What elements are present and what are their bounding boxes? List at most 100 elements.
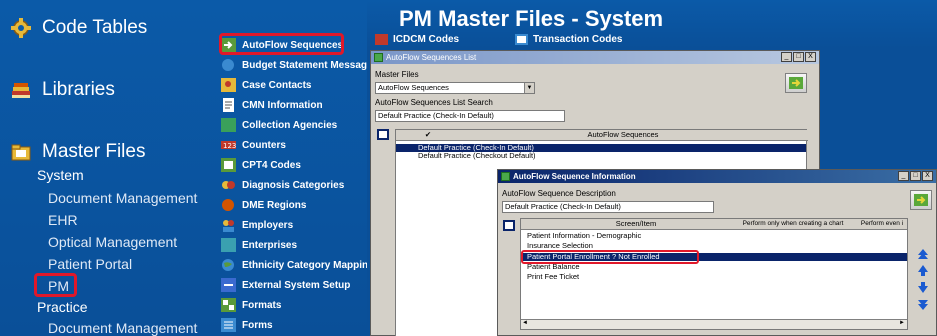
- nav-sub-practice[interactable]: Practice: [37, 299, 88, 315]
- nav-sub-ehr[interactable]: EHR: [48, 212, 78, 228]
- menu-item-dme-regions[interactable]: DME Regions: [221, 196, 306, 214]
- table-row[interactable]: Patient Information - Demographic: [521, 232, 907, 240]
- table-row[interactable]: Default Practice (Checkout Default): [396, 152, 806, 160]
- menu-item-collection-agencies[interactable]: Collection Agencies: [221, 116, 337, 134]
- minimize-button[interactable]: _: [781, 52, 792, 62]
- tab-transaction-codes[interactable]: Transaction Codes: [515, 34, 622, 45]
- nav-item-code-tables[interactable]: Code Tables: [0, 17, 147, 39]
- document-icon: [223, 98, 234, 112]
- go-button[interactable]: [785, 73, 807, 93]
- search-label: AutoFlow Sequences List Search: [375, 98, 493, 107]
- move-down-icon[interactable]: [916, 281, 930, 295]
- row-highlight-box: [521, 250, 699, 264]
- menu-item-ethnicity-category-mapping[interactable]: Ethnicity Category Mapping: [221, 256, 374, 274]
- nav-label: Code Tables: [42, 17, 148, 38]
- table-row[interactable]: Print Fee Ticket: [521, 273, 907, 281]
- grid-col-screen-item: Screen/Item: [543, 219, 729, 230]
- nav-item-master-files[interactable]: Master Files: [0, 141, 145, 163]
- left-nav: Code Tables Libraries Master Files Syste…: [0, 0, 215, 336]
- icdcm-icon: [375, 34, 388, 45]
- formats-icon: [221, 298, 236, 312]
- menu-item-employers[interactable]: Employers: [221, 216, 293, 234]
- menu-item-counters[interactable]: 123 Counters: [221, 136, 286, 154]
- menu-item-budget-statement-messages[interactable]: Budget Statement Messages: [221, 56, 378, 74]
- page-header: PM Master Files - System ICDCM Codes Tra…: [367, 0, 937, 48]
- books-icon: [12, 83, 30, 98]
- notes-icon[interactable]: [503, 220, 515, 231]
- go-arrow-icon: [789, 77, 803, 89]
- forms-icon: [221, 318, 236, 332]
- info-window-controls: _ □ X: [898, 171, 933, 181]
- menu-item-case-contacts[interactable]: Case Contacts: [221, 76, 311, 94]
- move-top-icon[interactable]: [916, 247, 930, 261]
- employers-icon: [223, 220, 234, 232]
- close-button[interactable]: X: [922, 171, 933, 181]
- svg-text:123: 123: [223, 142, 236, 150]
- gear-icon: [11, 18, 31, 38]
- table-row[interactable]: Insurance Selection: [521, 242, 907, 250]
- master-files-select[interactable]: AutoFlow Sequences ▼: [375, 82, 535, 94]
- folder-icon: [11, 144, 31, 161]
- screen-items-grid: Screen/Item Perform only when creating a…: [520, 218, 908, 330]
- grid-col-perform-chart: Perform only when creating a chart: [729, 219, 857, 230]
- scroll-left-icon[interactable]: ◄: [522, 320, 528, 326]
- description-input[interactable]: Default Practice (Check-In Default): [502, 201, 714, 213]
- grid-col-perform-even: Perform even i: [857, 219, 907, 230]
- maximize-button[interactable]: □: [793, 52, 804, 62]
- nav-item-libraries[interactable]: Libraries: [0, 79, 115, 101]
- move-bottom-icon[interactable]: [916, 298, 930, 312]
- autoflow-info-window: AutoFlow Sequence Information _ □ X Auto…: [497, 169, 937, 336]
- setup-icon: [221, 278, 236, 292]
- window-icon: [374, 53, 383, 62]
- menu-item-forms[interactable]: Forms: [221, 316, 273, 334]
- close-button[interactable]: X: [805, 52, 816, 62]
- window-icon: [501, 172, 510, 181]
- pm-highlight-box: [34, 273, 77, 297]
- pin-icon: ✔: [424, 130, 432, 139]
- go-button[interactable]: [910, 190, 932, 210]
- menu-item-formats[interactable]: Formats: [221, 296, 281, 314]
- grid-col-header: AutoFlow Sequences: [438, 130, 808, 141]
- horizontal-scrollbar[interactable]: ◄ ►: [521, 319, 907, 329]
- diagnosis-icon: [222, 181, 235, 189]
- list-window-titlebar: AutoFlow Sequences List: [371, 51, 819, 64]
- go-arrow-icon: [914, 194, 928, 206]
- autoflow-highlight-box: [219, 33, 344, 55]
- move-up-icon[interactable]: [916, 263, 930, 277]
- menu-item-cmn-information[interactable]: CMN Information: [221, 96, 323, 114]
- grid-col-select: [521, 219, 543, 230]
- grid-col-flag: ✔: [418, 130, 438, 141]
- transaction-icon: [515, 34, 528, 45]
- scroll-right-icon[interactable]: ►: [899, 320, 905, 326]
- info-window-titlebar: AutoFlow Sequence Information: [498, 170, 936, 183]
- enterprises-icon: [221, 238, 236, 252]
- menu-item-enterprises[interactable]: Enterprises: [221, 236, 297, 254]
- menu-item-diagnosis-categories[interactable]: Diagnosis Categories: [221, 176, 344, 194]
- globe-icon: [222, 259, 234, 271]
- minimize-button[interactable]: _: [898, 171, 909, 181]
- nav-sub-system[interactable]: System: [37, 167, 84, 183]
- budget-icon: [222, 59, 234, 71]
- codes-icon: [221, 158, 236, 172]
- table-row[interactable]: Patient Balance: [521, 263, 907, 271]
- regions-icon: [222, 199, 234, 211]
- tab-icdcm-codes[interactable]: ICDCM Codes: [375, 34, 459, 45]
- search-input[interactable]: Default Practice (Check-In Default): [375, 110, 565, 122]
- menu-item-external-system-setup[interactable]: External System Setup: [221, 276, 350, 294]
- nav-sub-patient-portal[interactable]: Patient Portal: [48, 256, 132, 272]
- menu-item-cpt4-codes[interactable]: CPT4 Codes: [221, 156, 301, 174]
- nav-label: Master Files: [42, 141, 146, 162]
- nav-sub-optical-management[interactable]: Optical Management: [48, 234, 177, 250]
- nav-sub-document-management[interactable]: Document Management: [48, 190, 197, 206]
- list-window-controls: _ □ X: [781, 52, 816, 62]
- contacts-icon: [221, 78, 236, 92]
- maximize-button[interactable]: □: [910, 171, 921, 181]
- description-label: AutoFlow Sequence Description: [502, 189, 616, 198]
- nav-label: Libraries: [42, 79, 115, 100]
- counter-icon: 123: [221, 141, 236, 150]
- dropdown-arrow-icon[interactable]: ▼: [524, 83, 534, 93]
- page-title: PM Master Files - System: [399, 6, 664, 31]
- nav-sub-document-management-2[interactable]: Document Management: [48, 320, 197, 336]
- notes-icon[interactable]: [377, 129, 389, 140]
- grid-col-select: [396, 130, 418, 141]
